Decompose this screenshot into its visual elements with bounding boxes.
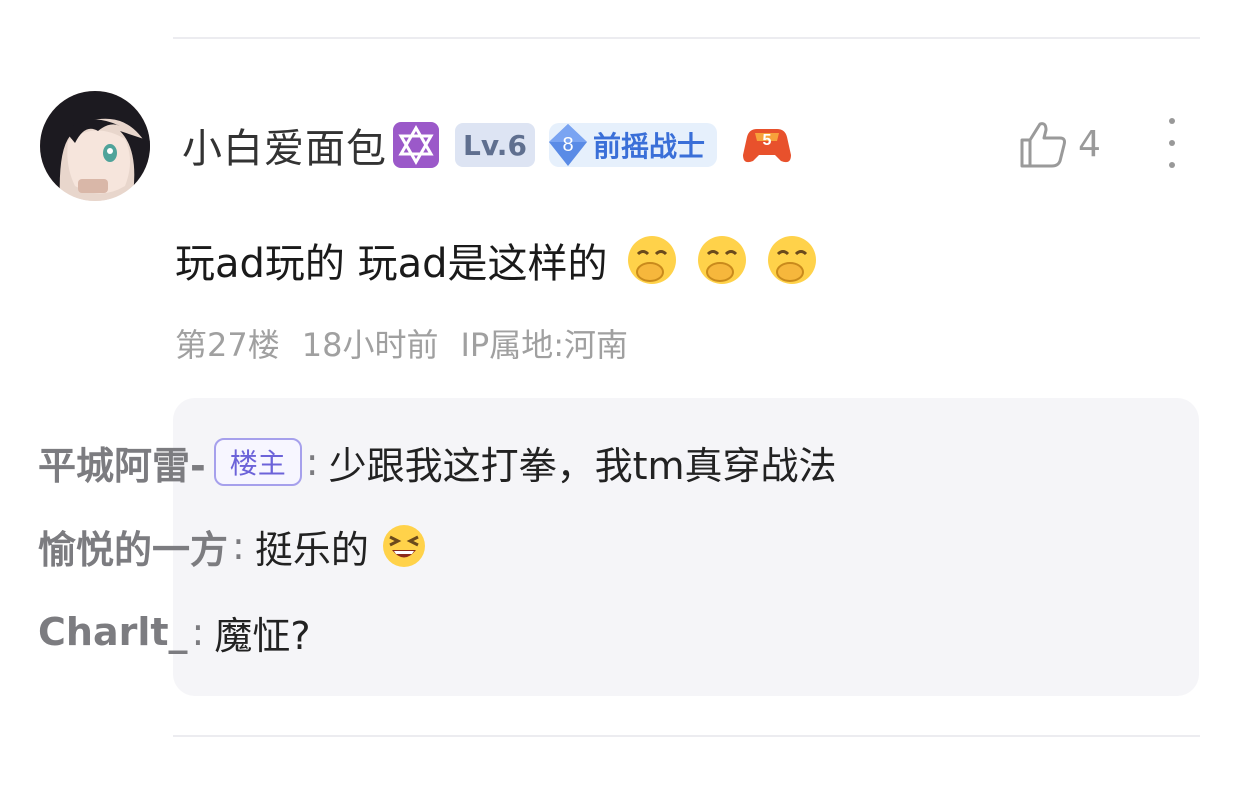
reply-separator: : xyxy=(191,610,205,654)
more-dot-icon xyxy=(1169,118,1175,124)
more-dot-icon xyxy=(1169,140,1175,146)
op-badge: 楼主 xyxy=(213,438,302,486)
reply-text: 挺乐的 xyxy=(254,527,369,572)
like-count: 4 xyxy=(1078,123,1101,165)
comment-text: 玩ad玩的 玩ad是这样的 xyxy=(175,241,608,287)
title-badge[interactable]: 8 前摇战士 xyxy=(548,123,717,167)
comment-content: 玩ad玩的 玩ad是这样的 xyxy=(175,232,818,288)
post-time: 18小时前 xyxy=(301,326,439,364)
reply-item[interactable]: Charlt_ : 魔怔? xyxy=(38,604,311,660)
reply-item[interactable]: 愉悦的一方 : 挺乐的 xyxy=(38,518,427,574)
cover-mouth-laugh-emoji-icon xyxy=(627,236,676,284)
reply-author[interactable]: 平城阿雷- xyxy=(38,435,206,490)
avatar[interactable] xyxy=(40,91,150,201)
reply-author[interactable]: Charlt_ xyxy=(38,610,188,654)
floor-number: 第27楼 xyxy=(175,326,280,364)
bottom-divider xyxy=(173,735,1200,737)
svg-text:5: 5 xyxy=(763,132,772,149)
reply-text: 魔怔? xyxy=(214,613,311,658)
cover-mouth-laugh-emoji-icon xyxy=(767,236,816,284)
like-button[interactable]: 4 xyxy=(1018,116,1101,172)
reply-text: 少跟我这打拳，我tm真穿战法 xyxy=(328,443,837,488)
grinning-squint-emoji-icon xyxy=(382,525,425,567)
reply-separator: : xyxy=(305,440,319,484)
thumbs-up-icon xyxy=(1020,122,1066,168)
comment-meta: 第27楼 18小时前 IP属地:河南 xyxy=(175,320,628,366)
level-badge: Lv.6 xyxy=(455,123,535,167)
game-controller-icon: 5 xyxy=(742,129,791,163)
svg-text:8: 8 xyxy=(562,134,573,156)
username[interactable]: 小白爱面包 xyxy=(182,116,387,174)
star-of-david-icon xyxy=(393,122,439,168)
more-options-button[interactable] xyxy=(1156,118,1188,168)
top-divider xyxy=(173,37,1200,39)
title-badge-label: 前摇战士 xyxy=(592,130,705,163)
more-dot-icon xyxy=(1169,162,1175,168)
ip-location: IP属地:河南 xyxy=(460,326,628,364)
reply-separator: : xyxy=(232,524,245,568)
comment-header: 小白爱面包 Lv.6 8 前摇战士 5 xyxy=(182,118,793,172)
cover-mouth-laugh-emoji-icon xyxy=(697,236,746,284)
diamond-icon: 8 xyxy=(548,124,587,166)
reply-author[interactable]: 愉悦的一方 xyxy=(38,519,228,574)
reply-item[interactable]: 平城阿雷- 楼主 : 少跟我这打拳，我tm真穿战法 xyxy=(38,434,837,490)
